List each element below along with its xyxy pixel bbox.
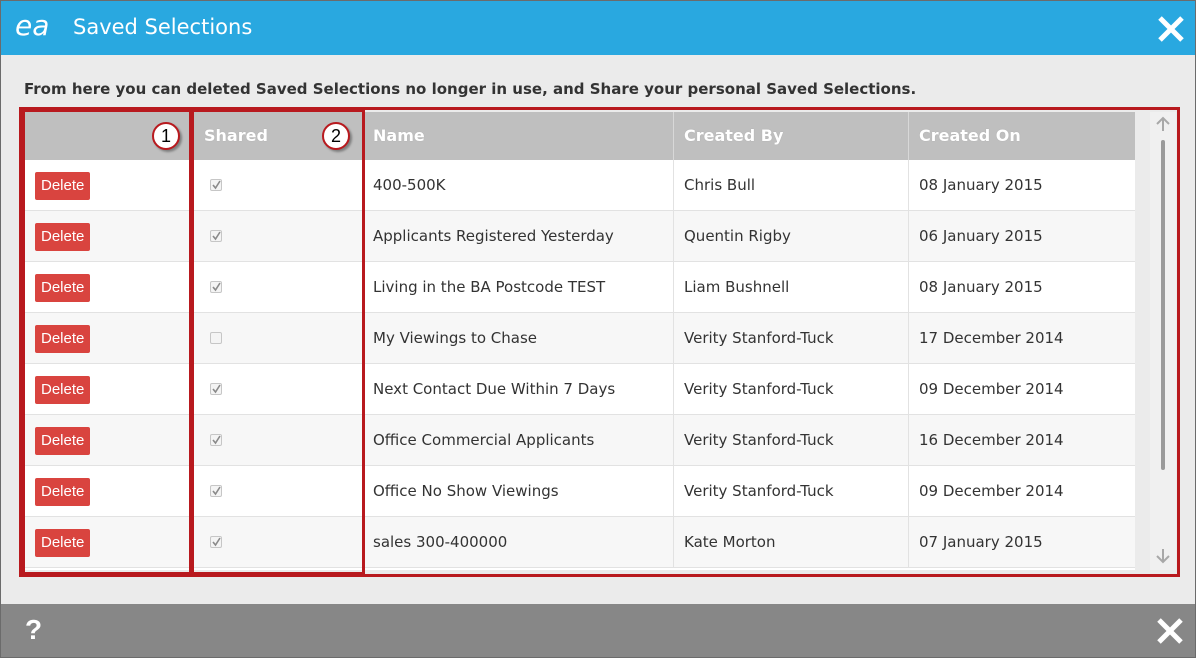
svg-text:ea: ea xyxy=(15,11,49,41)
dialog-window: ea Saved Selections From here you can de… xyxy=(0,0,1196,658)
callout-badge-1: 1 xyxy=(152,122,180,150)
callout-outline-shared-column xyxy=(189,109,365,575)
ea-logo: ea xyxy=(15,11,49,41)
callout-outline-delete-column xyxy=(22,109,194,575)
close-icon[interactable] xyxy=(1155,616,1185,646)
close-icon[interactable] xyxy=(1155,13,1187,45)
dialog-title: Saved Selections xyxy=(73,15,253,39)
dialog-footer: ? xyxy=(1,604,1195,657)
intro-text: From here you can deleted Saved Selectio… xyxy=(24,80,917,98)
callout-badge-2: 2 xyxy=(322,122,350,150)
title-bar: ea Saved Selections xyxy=(1,1,1195,55)
help-button[interactable]: ? xyxy=(25,614,42,646)
